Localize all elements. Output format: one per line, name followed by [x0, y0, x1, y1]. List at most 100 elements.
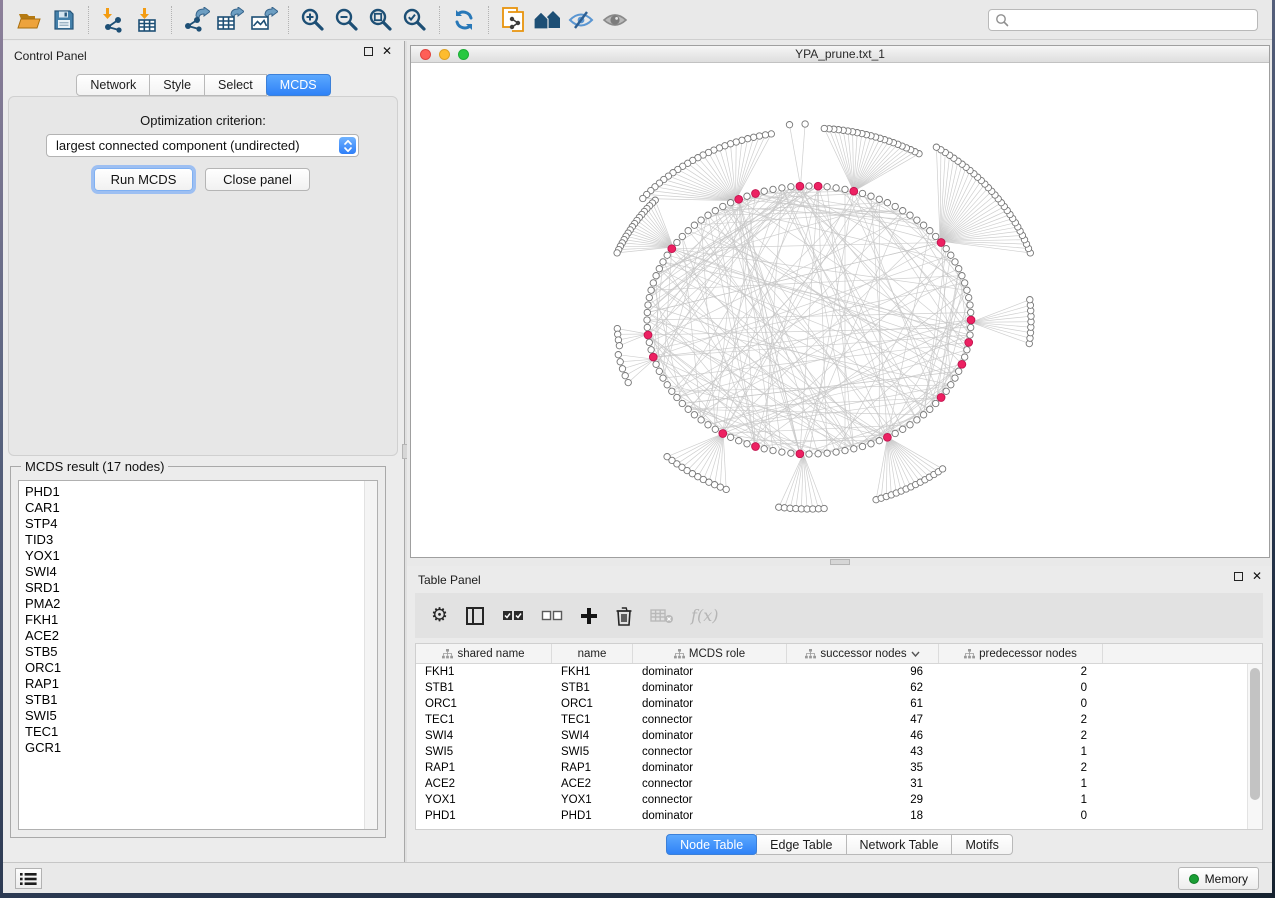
- ring-node[interactable]: [705, 212, 711, 218]
- ring-node[interactable]: [964, 287, 970, 293]
- ring-node[interactable]: [691, 222, 697, 228]
- close-panel-icon[interactable]: ✕: [382, 47, 392, 56]
- ring-node[interactable]: [920, 222, 926, 228]
- mcds-hub-node[interactable]: [967, 316, 975, 324]
- mcds-result-node[interactable]: ORC1: [19, 660, 363, 676]
- leaf-node[interactable]: [717, 484, 723, 490]
- import-network-icon[interactable]: [96, 5, 130, 35]
- ring-node[interactable]: [698, 417, 704, 423]
- mcds-hub-node[interactable]: [644, 331, 652, 339]
- ring-node[interactable]: [644, 309, 650, 315]
- ring-node[interactable]: [833, 449, 839, 455]
- mcds-hub-node[interactable]: [884, 433, 892, 441]
- export-image-icon[interactable]: [247, 5, 281, 35]
- ring-node[interactable]: [660, 259, 666, 265]
- ring-node[interactable]: [656, 266, 662, 272]
- ring-node[interactable]: [698, 217, 704, 223]
- network-window-titlebar[interactable]: YPA_prune.txt_1: [411, 46, 1269, 63]
- ring-node[interactable]: [691, 412, 697, 418]
- table-row[interactable]: ORC1ORC1dominator610: [416, 696, 1262, 712]
- zoom-out-icon[interactable]: [330, 5, 364, 35]
- ring-node[interactable]: [956, 266, 962, 272]
- mcds-hub-node[interactable]: [752, 190, 760, 198]
- minimize-window-icon[interactable]: [439, 49, 450, 60]
- network-view[interactable]: [411, 64, 1269, 557]
- mcds-result-node[interactable]: FKH1: [19, 612, 363, 628]
- ring-node[interactable]: [842, 186, 848, 192]
- ring-node[interactable]: [650, 280, 656, 286]
- ring-node[interactable]: [933, 233, 939, 239]
- mcds-hub-node[interactable]: [796, 182, 804, 190]
- leaf-node[interactable]: [622, 373, 628, 379]
- tab-select[interactable]: Select: [204, 74, 267, 96]
- leaf-node[interactable]: [939, 466, 945, 472]
- leaf-node[interactable]: [756, 133, 762, 139]
- mcds-hub-node[interactable]: [796, 450, 804, 458]
- export-table-icon[interactable]: [213, 5, 247, 35]
- ring-node[interactable]: [952, 375, 958, 381]
- mcds-hub-node[interactable]: [958, 360, 966, 368]
- ring-node[interactable]: [956, 368, 962, 374]
- mcds-result-node[interactable]: YOX1: [19, 548, 363, 564]
- mcds-result-node[interactable]: RAP1: [19, 676, 363, 692]
- leaf-node[interactable]: [640, 195, 646, 201]
- ring-node[interactable]: [884, 200, 890, 206]
- tab-network[interactable]: Network: [76, 74, 150, 96]
- table-row[interactable]: TEC1TEC1connector472: [416, 712, 1262, 728]
- column-header-name[interactable]: name: [552, 644, 633, 663]
- ring-node[interactable]: [959, 273, 965, 279]
- memory-button[interactable]: Memory: [1178, 867, 1259, 890]
- mcds-hub-node[interactable]: [850, 187, 858, 195]
- mcds-hub-node[interactable]: [752, 443, 760, 451]
- ring-node[interactable]: [900, 426, 906, 432]
- ring-node[interactable]: [779, 449, 785, 455]
- ring-node[interactable]: [656, 368, 662, 374]
- ring-node[interactable]: [788, 184, 794, 190]
- table-row[interactable]: SWI4SWI4dominator462: [416, 728, 1262, 744]
- refresh-icon[interactable]: [447, 5, 481, 35]
- run-mcds-button[interactable]: Run MCDS: [94, 168, 193, 191]
- mcds-result-node[interactable]: SWI4: [19, 564, 363, 580]
- ring-node[interactable]: [952, 259, 958, 265]
- leaf-node[interactable]: [821, 505, 827, 511]
- ring-node[interactable]: [815, 451, 821, 457]
- ring-node[interactable]: [907, 212, 913, 218]
- ring-node[interactable]: [943, 246, 949, 252]
- leaf-node[interactable]: [768, 131, 774, 137]
- network-file-icon[interactable]: [496, 5, 530, 35]
- mcds-result-node[interactable]: TID3: [19, 532, 363, 548]
- mcds-hub-node[interactable]: [814, 182, 822, 190]
- ring-node[interactable]: [646, 294, 652, 300]
- ring-node[interactable]: [727, 200, 733, 206]
- ring-node[interactable]: [824, 450, 830, 456]
- column-header-predecessor-nodes[interactable]: predecessor nodes: [939, 644, 1103, 663]
- ring-node[interactable]: [927, 406, 933, 412]
- ring-node[interactable]: [892, 203, 898, 209]
- table-row[interactable]: ACE2ACE2connector311: [416, 776, 1262, 792]
- open-file-icon[interactable]: [13, 5, 47, 35]
- ring-node[interactable]: [648, 347, 654, 353]
- ring-node[interactable]: [770, 186, 776, 192]
- ring-node[interactable]: [644, 317, 650, 323]
- ring-node[interactable]: [660, 375, 666, 381]
- table-row[interactable]: YOX1YOX1connector291: [416, 792, 1262, 808]
- mcds-list-scrollbar[interactable]: [364, 481, 377, 829]
- eye-icon[interactable]: [598, 5, 632, 35]
- mcds-hub-node[interactable]: [965, 339, 973, 347]
- tab-motifs[interactable]: Motifs: [951, 834, 1012, 855]
- mcds-result-node[interactable]: STP4: [19, 516, 363, 532]
- search-input[interactable]: [1010, 11, 1257, 29]
- eye-slash-icon[interactable]: [564, 5, 598, 35]
- horizontal-splitter[interactable]: [407, 558, 1272, 566]
- float-panel-icon[interactable]: [364, 47, 373, 56]
- leaf-node[interactable]: [617, 359, 623, 365]
- ring-node[interactable]: [770, 447, 776, 453]
- mcds-result-node[interactable]: GCR1: [19, 740, 363, 756]
- ring-node[interactable]: [648, 287, 654, 293]
- table-row[interactable]: STB1STB1dominator620: [416, 680, 1262, 696]
- leaf-node[interactable]: [1027, 297, 1033, 303]
- mcds-hub-node[interactable]: [668, 245, 676, 253]
- ring-node[interactable]: [859, 190, 865, 196]
- ring-node[interactable]: [967, 332, 973, 338]
- close-panel-button[interactable]: Close panel: [205, 168, 310, 191]
